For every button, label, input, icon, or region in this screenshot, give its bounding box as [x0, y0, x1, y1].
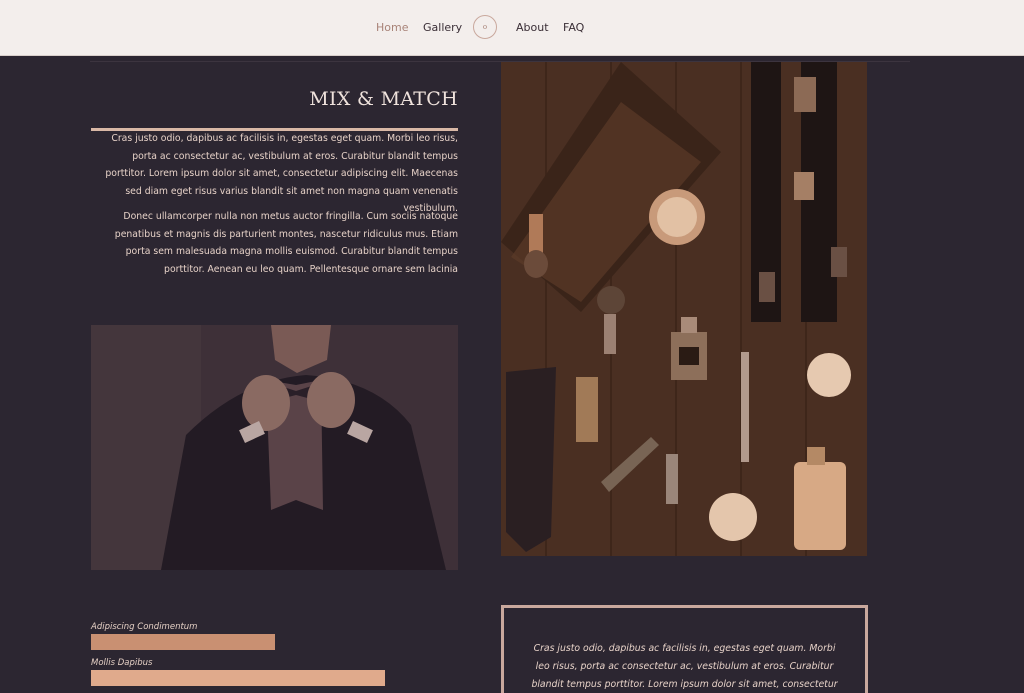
skill-bar-1: [91, 634, 275, 650]
nav-faq[interactable]: FAQ: [563, 21, 584, 34]
quote-text: Cras justo odio, dapibus ac facilisis in…: [531, 643, 838, 690]
skill-label-1: Adipiscing Condimentum: [91, 622, 198, 632]
top-navigation: Home Gallery o About FAQ: [0, 0, 1024, 56]
nav-gallery[interactable]: Gallery: [423, 21, 462, 34]
skill-bar-2: [91, 670, 385, 686]
circle-logo-icon[interactable]: o: [473, 15, 497, 39]
grooming-flatlay-photo: [501, 62, 867, 556]
section-title: MIX & MATCH: [309, 88, 458, 110]
nav-about[interactable]: About: [516, 21, 549, 34]
paragraph-2: Donec ullamcorper nulla non metus auctor…: [114, 211, 458, 275]
paragraph-1: Cras justo odio, dapibus ac facilisis in…: [105, 133, 458, 214]
man-in-suit-photo: [91, 325, 458, 570]
nav-home[interactable]: Home: [376, 21, 408, 34]
skill-label-2: Mollis Dapibus: [91, 658, 153, 668]
